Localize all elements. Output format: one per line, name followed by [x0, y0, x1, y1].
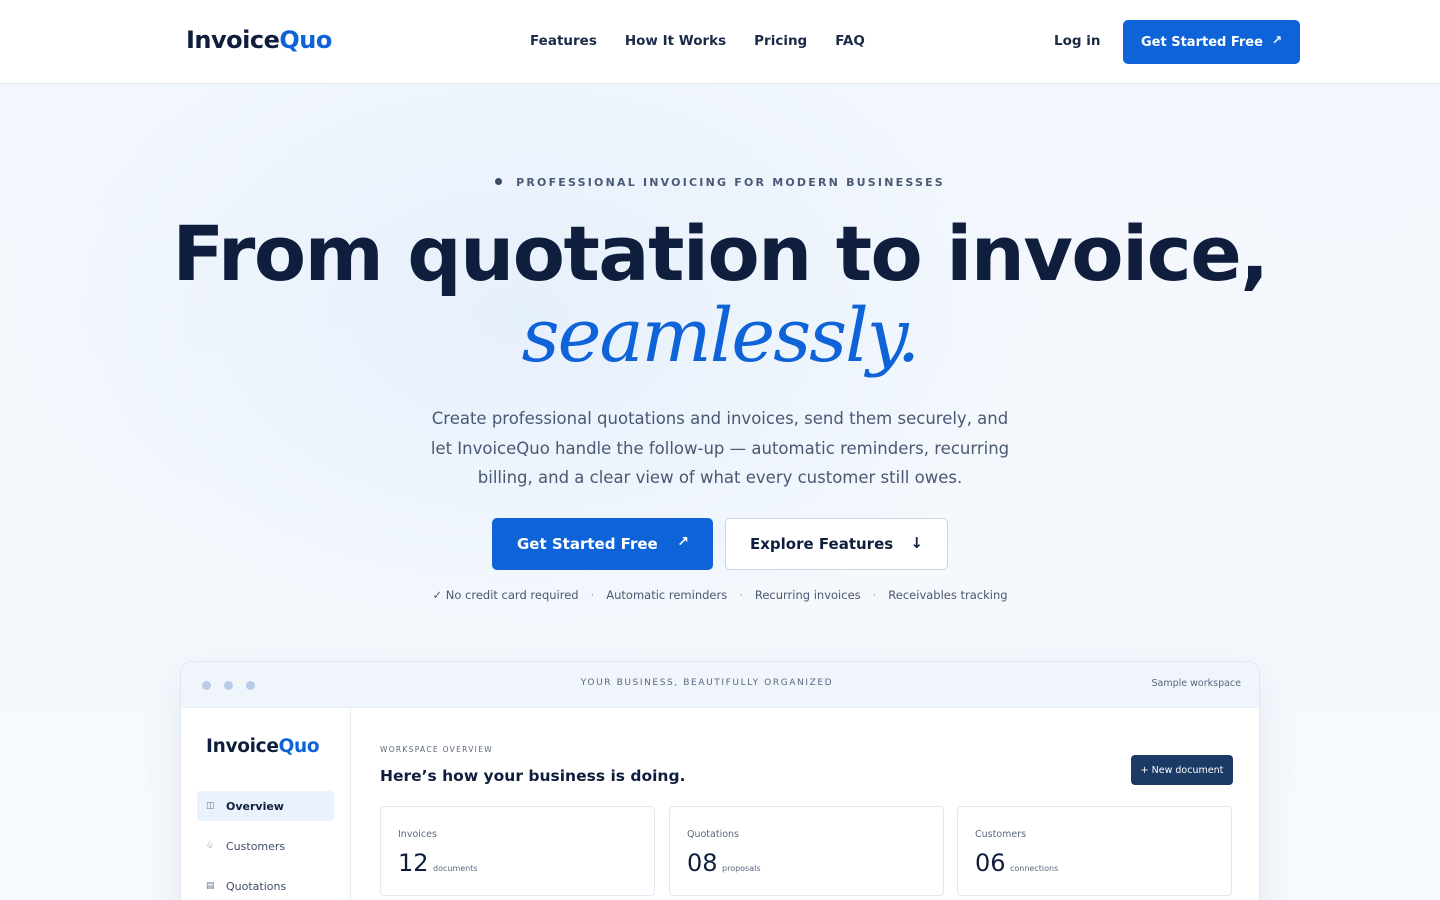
explore-features-button[interactable]: Explore Features ↓	[725, 518, 948, 570]
workspace-title: Here’s how your business is doing.	[380, 767, 686, 785]
hero-headline: From quotation to invoice,	[172, 209, 1269, 298]
workspace-overview-label: WORKSPACE OVERVIEW	[380, 745, 493, 754]
stat-label: Quotations	[687, 829, 740, 840]
app-preview-window: YOUR BUSINESS, BEAUTIFULLY ORGANIZED Sam…	[180, 661, 1260, 900]
hero-description: Create professional quotations and invoi…	[430, 409, 1010, 487]
perk-item: Recurring invoices	[754, 588, 861, 602]
sidebar-item-overview[interactable]: ◫ Overview	[197, 791, 334, 821]
stat-unit: documents	[433, 864, 478, 873]
window-title: YOUR BUSINESS, BEAUTIFULLY ORGANIZED	[580, 678, 834, 688]
nav-how-it-works[interactable]: How It Works	[625, 33, 726, 49]
quotations-icon: ▤	[206, 881, 215, 891]
preview-sidebar: InvoiceQuo ◫ Overview ♧ Customers ▤ Quot…	[181, 708, 351, 900]
stat-value: 08	[687, 849, 718, 877]
primary-nav: Features How It Works Pricing FAQ	[530, 33, 865, 49]
get-started-button[interactable]: Get Started Free ↗	[492, 518, 713, 570]
stat-value: 12	[398, 849, 429, 877]
nav-features[interactable]: Features	[530, 33, 597, 49]
stat-label: Customers	[975, 829, 1027, 840]
nav-pricing[interactable]: Pricing	[754, 33, 807, 49]
stat-unit: connections	[1010, 864, 1059, 873]
site-logo[interactable]: InvoiceQuo	[186, 26, 332, 54]
get-started-label: Get Started Free	[517, 535, 658, 553]
hero-headline-accent: seamlessly.	[521, 293, 921, 379]
overview-icon: ◫	[206, 801, 215, 811]
stat-card-quotations[interactable]: Quotations 08 proposals	[669, 806, 944, 896]
new-document-button[interactable]: + New document	[1131, 755, 1233, 785]
stat-card-customers[interactable]: Customers 06 connections	[957, 806, 1232, 896]
perk-item: ✓ No credit card required	[432, 588, 579, 602]
arrow-up-right-icon: ↗	[1271, 33, 1282, 47]
header-get-started-button[interactable]: Get Started Free ↗	[1123, 20, 1300, 64]
perk-item: Automatic reminders	[606, 588, 728, 602]
stat-label: Invoices	[398, 829, 437, 840]
stat-value: 06	[975, 849, 1006, 877]
hero-eyebrow: PROFESSIONAL INVOICING FOR MODERN BUSINE…	[0, 176, 1440, 189]
login-link[interactable]: Log in	[1054, 33, 1100, 49]
sidebar-item-label: Overview	[226, 799, 284, 813]
preview-logo: InvoiceQuo	[206, 736, 320, 757]
window-titlebar: YOUR BUSINESS, BEAUTIFULLY ORGANIZED Sam…	[181, 662, 1259, 708]
eyebrow-dot-icon	[495, 178, 503, 185]
sidebar-item-label: Quotations	[226, 879, 287, 893]
perks-list: ✓ No credit card required · Automatic remi…	[432, 588, 1008, 602]
sample-workspace-label: Sample workspace	[1151, 678, 1242, 689]
explore-features-label: Explore Features	[750, 535, 894, 553]
stat-unit: proposals	[722, 864, 761, 873]
stat-card-invoices[interactable]: Invoices 12 documents	[380, 806, 655, 896]
arrow-down-icon: ↓	[910, 534, 923, 552]
header-get-started-label: Get Started Free	[1141, 34, 1263, 50]
perk-item: Receivables tracking	[888, 588, 1008, 602]
preview-main: WORKSPACE OVERVIEW Here’s how your busin…	[352, 708, 1259, 900]
sidebar-item-quotations[interactable]: ▤ Quotations	[197, 871, 334, 900]
arrow-up-right-icon: ↗	[677, 534, 689, 550]
sidebar-item-label: Customers	[226, 839, 286, 853]
nav-faq[interactable]: FAQ	[835, 33, 865, 49]
sidebar-item-customers[interactable]: ♧ Customers	[197, 831, 334, 861]
top-navbar: InvoiceQuo Features How It Works Pricing…	[0, 0, 1440, 84]
customers-icon: ♧	[206, 841, 215, 851]
